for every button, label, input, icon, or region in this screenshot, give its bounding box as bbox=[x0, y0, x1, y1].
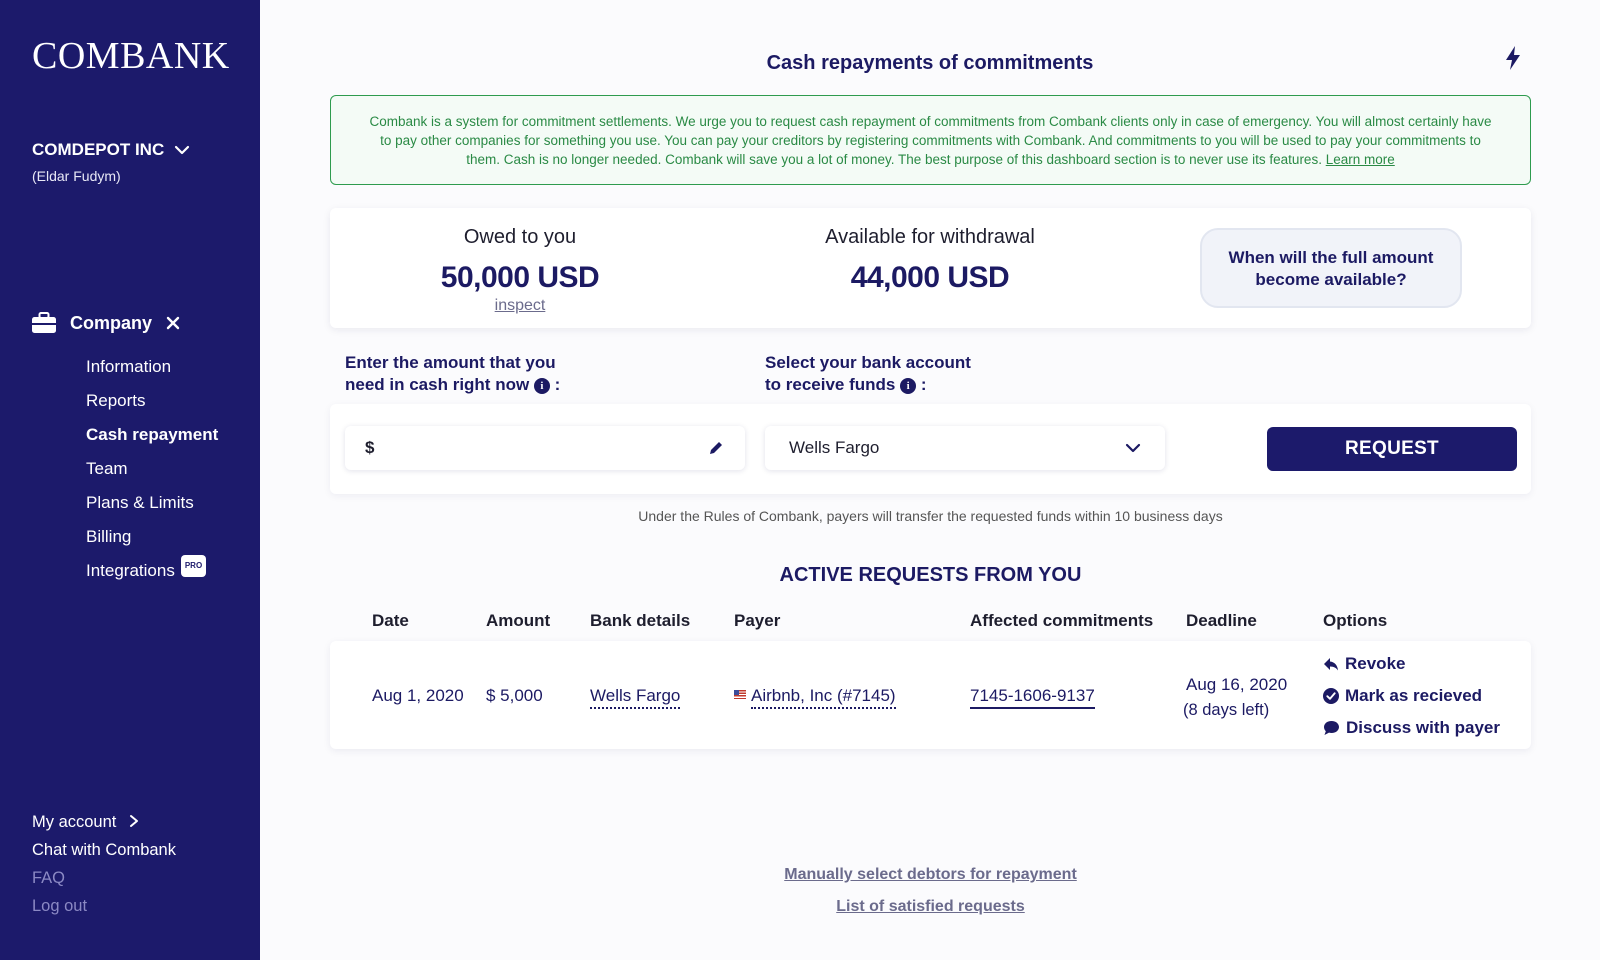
lightning-icon[interactable] bbox=[1503, 46, 1523, 70]
rules-note: Under the Rules of Combank, payers will … bbox=[638, 508, 1223, 524]
amount-field-label: Enter the amount that you need in cash r… bbox=[345, 352, 560, 396]
request-amount: $ 5,000 bbox=[486, 686, 543, 705]
discuss-option[interactable]: Discuss with payer bbox=[1323, 718, 1500, 738]
amount-field[interactable]: $ bbox=[345, 426, 745, 470]
us-flag-icon bbox=[734, 690, 746, 699]
active-requests-title: ACTIVE REQUESTS FROM YOU bbox=[779, 564, 1082, 586]
section-label: Company bbox=[70, 312, 153, 333]
mark-received-option[interactable]: Mark as recieved bbox=[1323, 686, 1482, 706]
amount-label-line1: Enter the amount that you bbox=[345, 353, 556, 372]
bank-field-label: Select your bank account to receive fund… bbox=[765, 352, 971, 396]
discuss-label: Discuss with payer bbox=[1346, 718, 1501, 737]
nav-item-integrations-label: Integrations bbox=[86, 561, 175, 580]
satisfied-requests-link-wrap: List of satisfied requests bbox=[330, 898, 1531, 916]
column-header-options: Options bbox=[1323, 611, 1388, 630]
my-account-label: My account bbox=[32, 813, 117, 831]
column-header-date: Date bbox=[372, 611, 409, 630]
nav-item-faq[interactable]: FAQ bbox=[32, 868, 176, 896]
available-stat: Available for withdrawal 44,000 USD bbox=[790, 226, 1070, 295]
sidebar: COMBANK COMDEPOT INC (Eldar Fudym) Compa… bbox=[0, 0, 260, 960]
amount-label-line2: need in cash right now i : bbox=[345, 375, 561, 394]
mark-received-label: Mark as recieved bbox=[1345, 686, 1483, 705]
account-nav: My account Chat with Combank FAQ Log out bbox=[32, 812, 176, 924]
nav-item-integrations[interactable]: Integrations PRO bbox=[86, 555, 218, 595]
request-button[interactable]: REQUEST bbox=[1267, 427, 1517, 471]
chat-bubble-icon bbox=[1324, 721, 1339, 735]
owed-stat: Owed to you 50,000 USD inspect bbox=[410, 226, 630, 315]
bank-label-line2: to receive funds i : bbox=[765, 375, 927, 394]
column-header-bank: Bank details bbox=[590, 611, 691, 630]
payer-text: Airbnb, Inc (#7145) bbox=[751, 686, 896, 709]
briefcase-icon bbox=[32, 312, 56, 333]
owed-value: 50,000 USD bbox=[440, 261, 600, 294]
learn-more-link[interactable]: Learn more bbox=[1326, 152, 1395, 167]
check-circle-icon bbox=[1323, 688, 1339, 704]
reply-icon bbox=[1324, 658, 1338, 671]
nav-item-plans-limits[interactable]: Plans & Limits bbox=[86, 493, 218, 527]
notice-text: Combank is a system for commitment settl… bbox=[369, 114, 1492, 167]
company-switcher[interactable]: COMDEPOT INC bbox=[32, 140, 190, 160]
bank-selected-value: Wells Fargo bbox=[789, 438, 880, 457]
nav-item-logout[interactable]: Log out bbox=[32, 896, 176, 924]
company-user: (Eldar Fudym) bbox=[32, 168, 121, 184]
bank-details-link[interactable]: Wells Fargo bbox=[590, 686, 681, 709]
bank-label-text: to receive funds bbox=[765, 375, 896, 394]
when-available-button[interactable]: When will the full amount become availab… bbox=[1200, 228, 1462, 308]
amount-input[interactable] bbox=[382, 438, 707, 458]
bank-label-line1: Select your bank account bbox=[765, 353, 971, 372]
manual-select-link-wrap: Manually select debtors for repayment bbox=[330, 866, 1531, 884]
company-nav: Information Reports Cash repayment Team … bbox=[86, 357, 218, 595]
bank-details-text: Wells Fargo bbox=[590, 686, 681, 709]
pencil-icon bbox=[710, 442, 722, 454]
column-header-amount: Amount bbox=[486, 611, 551, 630]
combank-logo[interactable]: COMBANK bbox=[32, 34, 230, 78]
revoke-option[interactable]: Revoke bbox=[1323, 654, 1405, 674]
payer-link[interactable]: Airbnb, Inc (#7145) bbox=[734, 686, 896, 709]
bank-account-select[interactable]: Wells Fargo bbox=[765, 426, 1165, 470]
page-title: Cash repayments of commitments bbox=[766, 52, 1094, 74]
revoke-label: Revoke bbox=[1345, 654, 1406, 673]
pro-badge: PRO bbox=[180, 555, 207, 577]
deadline-date: Aug 16, 2020 bbox=[1186, 675, 1288, 694]
close-icon[interactable] bbox=[166, 316, 180, 330]
inspect-link[interactable]: inspect bbox=[410, 297, 630, 315]
commitment-link[interactable]: 7145-1606-9137 bbox=[970, 686, 1095, 709]
nav-item-team[interactable]: Team bbox=[86, 459, 218, 493]
satisfied-requests-link[interactable]: List of satisfied requests bbox=[836, 898, 1025, 915]
amount-label-text: need in cash right now bbox=[345, 375, 530, 394]
owed-label: Owed to you bbox=[463, 226, 577, 248]
info-notice: Combank is a system for commitment settl… bbox=[330, 95, 1531, 185]
available-label: Available for withdrawal bbox=[825, 226, 1035, 248]
info-icon[interactable]: i bbox=[533, 378, 550, 394]
info-icon[interactable]: i bbox=[900, 378, 917, 394]
nav-item-information[interactable]: Information bbox=[86, 357, 218, 391]
manual-select-link[interactable]: Manually select debtors for repayment bbox=[784, 866, 1077, 883]
available-value: 44,000 USD bbox=[850, 261, 1010, 294]
request-date: Aug 1, 2020 bbox=[372, 686, 464, 705]
deadline-days-left: (8 days left) bbox=[1183, 701, 1270, 719]
nav-item-cash-repayment[interactable]: Cash repayment bbox=[86, 425, 218, 459]
chevron-down-icon bbox=[175, 145, 190, 155]
balance-summary: Owed to you 50,000 USD inspect Available… bbox=[330, 208, 1531, 328]
chevron-right-icon bbox=[129, 815, 138, 827]
column-header-deadline: Deadline bbox=[1186, 611, 1257, 630]
chevron-down-icon bbox=[1125, 443, 1141, 453]
nav-item-chat[interactable]: Chat with Combank bbox=[32, 840, 176, 868]
column-header-commitments: Affected commitments bbox=[970, 611, 1154, 630]
currency-symbol: $ bbox=[365, 438, 375, 457]
company-section-header[interactable]: Company bbox=[32, 312, 180, 334]
nav-item-my-account[interactable]: My account bbox=[32, 812, 176, 840]
commitment-text: 7145-1606-9137 bbox=[970, 686, 1095, 709]
nav-item-reports[interactable]: Reports bbox=[86, 391, 218, 425]
company-name: COMDEPOT INC bbox=[32, 140, 165, 159]
column-header-payer: Payer bbox=[734, 611, 781, 630]
